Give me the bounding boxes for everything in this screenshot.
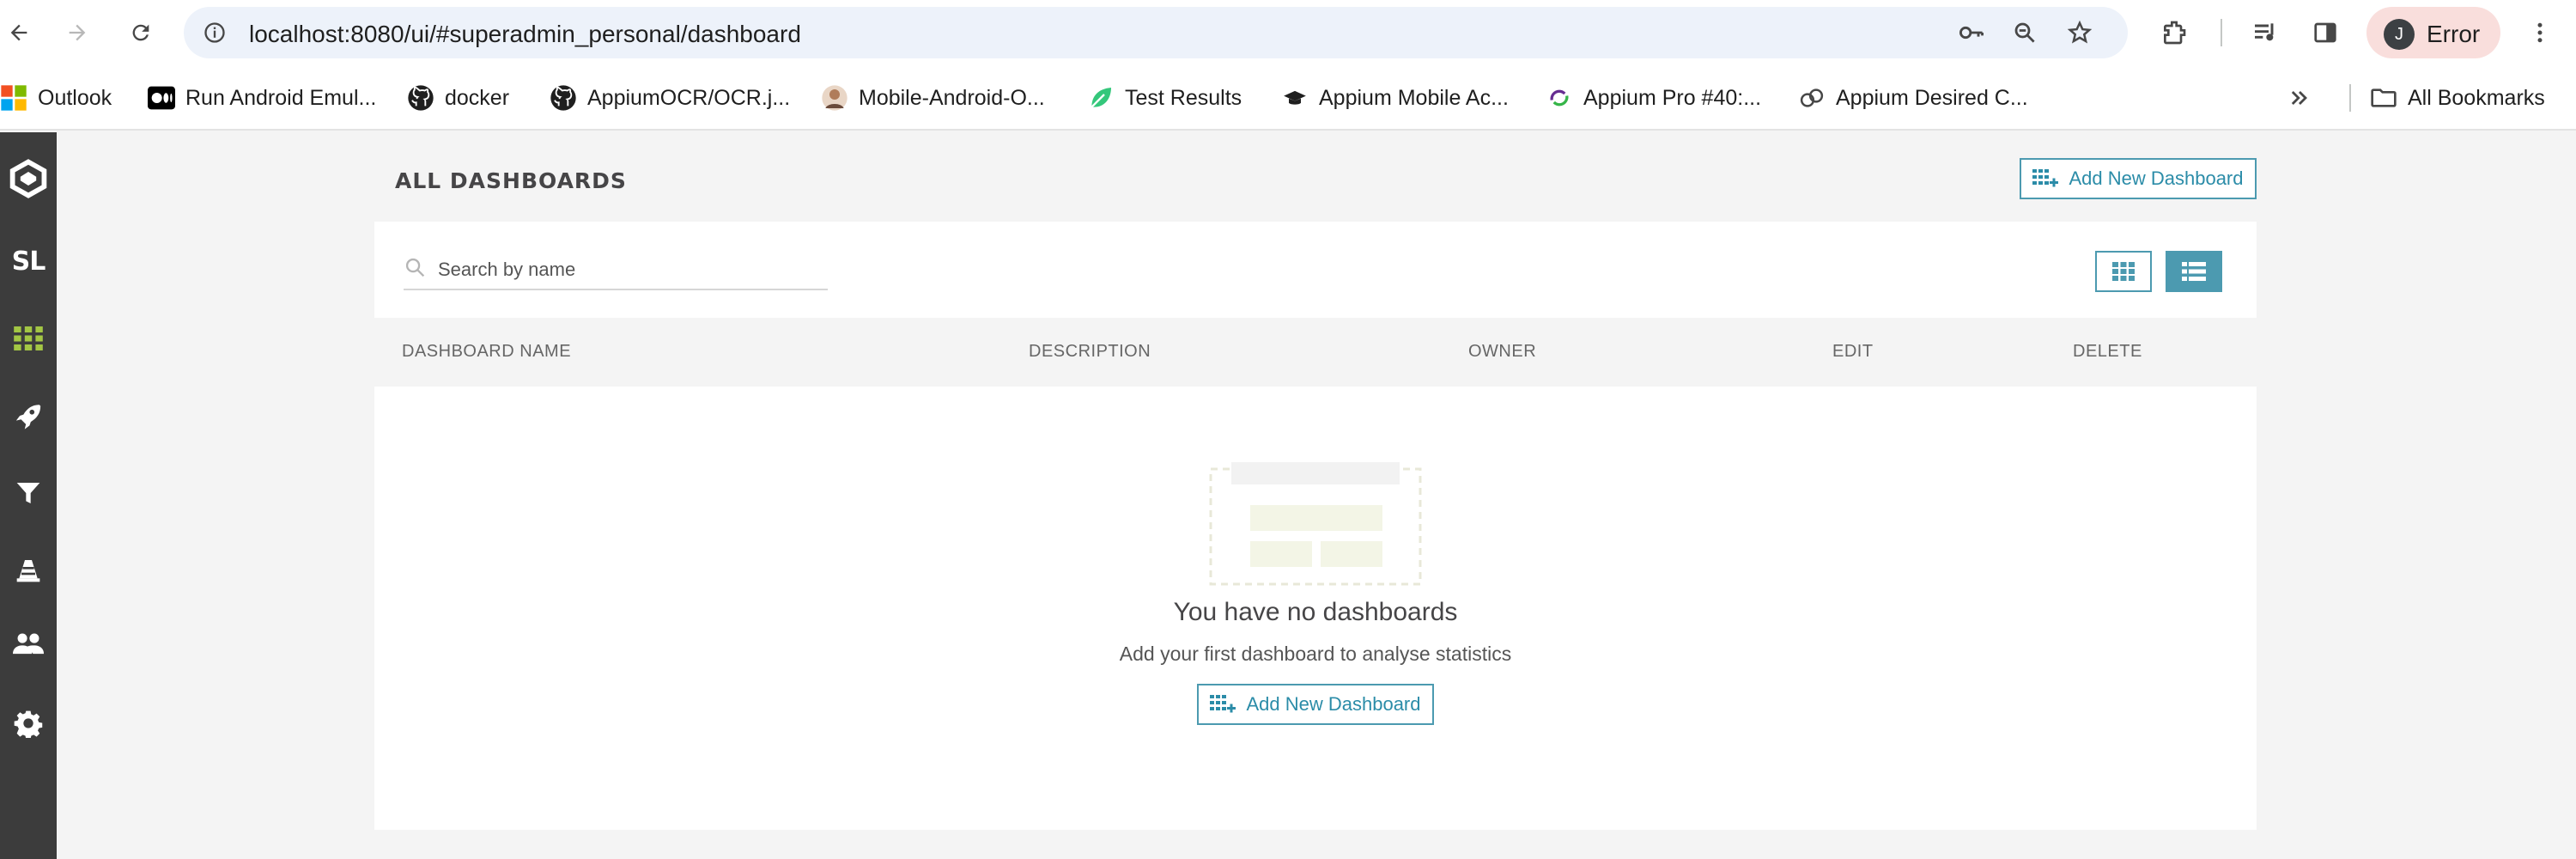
password-key-icon[interactable] (1958, 19, 1985, 46)
page-title: ALL DASHBOARDS (395, 168, 627, 193)
address-bar[interactable]: localhost:8080/ui/#superadmin_personal/d… (184, 7, 2128, 58)
browser-menu-icon[interactable] (2523, 15, 2557, 50)
grid-view-icon (2112, 262, 2135, 281)
back-button[interactable] (2, 15, 36, 50)
toolbar-divider (2221, 19, 2222, 46)
project-short-name: SL (11, 246, 46, 277)
add-dashboard-icon (2032, 169, 2059, 187)
table-header (374, 318, 2257, 387)
url-text[interactable]: localhost:8080/ui/#superadmin_personal/d… (249, 21, 801, 48)
site-info-icon[interactable] (201, 19, 228, 46)
outlook-icon (0, 84, 27, 112)
sidebar-item-settings[interactable] (0, 689, 57, 758)
search-input[interactable] (438, 254, 816, 285)
column-header-dashboard-name[interactable]: DASHBOARD NAME (402, 342, 571, 362)
bookmark-label: Appium Mobile Ac... (1319, 85, 1509, 110)
forward-button[interactable] (60, 15, 94, 50)
bookmarks-bar: Outlook Run Android Emul... docker Appiu… (0, 65, 2576, 131)
dashboard-grid-icon (14, 326, 43, 350)
bookmark-star-icon[interactable] (2066, 19, 2093, 46)
add-new-dashboard-label: Add New Dashboard (1246, 693, 1421, 715)
bookmark-item[interactable]: Run Android Emul... (148, 81, 376, 115)
sidebar-item-debug[interactable] (0, 536, 57, 605)
bookmark-label: Run Android Emul... (185, 85, 377, 110)
bookmark-item[interactable]: Mobile-Android-O... (821, 81, 1045, 115)
sidebar-item-dashboards[interactable] (0, 304, 57, 373)
bookmark-item[interactable]: Appium Mobile Ac... (1281, 81, 1509, 115)
search-field (404, 251, 828, 290)
bookmark-label: Outlook (38, 85, 112, 110)
project-switcher[interactable]: SL (0, 227, 57, 295)
add-new-dashboard-header-button[interactable]: Add New Dashboard (2020, 158, 2257, 199)
add-new-dashboard-label: Add New Dashboard (2069, 168, 2244, 189)
bookmark-label: docker (445, 85, 510, 110)
github-icon (407, 84, 434, 112)
bookmark-item[interactable]: AppiumOCR/OCR.j... (550, 81, 790, 115)
folder-icon (2370, 84, 2397, 112)
extensions-icon[interactable] (2157, 15, 2191, 50)
bookmark-label: Mobile-Android-O... (859, 85, 1045, 110)
github-icon (550, 84, 577, 112)
bookmark-item[interactable]: docker (407, 81, 509, 115)
bookmark-item[interactable]: Outlook (0, 81, 112, 115)
profile-button[interactable]: J Error (2366, 7, 2500, 58)
search-icon (405, 258, 425, 277)
cone-icon (16, 560, 40, 582)
add-new-dashboard-empty-button[interactable]: Add New Dashboard (1197, 684, 1434, 725)
bookmark-item[interactable]: Appium Pro #40:... (1546, 81, 1761, 115)
bookmark-item[interactable]: Appium Desired C... (1798, 81, 2028, 115)
all-bookmarks-label: All Bookmarks (2408, 85, 2545, 110)
chevron-double-right-icon (2291, 91, 2307, 105)
app-sidebar: SL (0, 132, 57, 859)
bookmark-label: Test Results (1125, 85, 1242, 110)
bookmark-label: Appium Desired C... (1836, 85, 2028, 110)
column-header-edit: EDIT (1832, 342, 1874, 361)
side-panel-icon[interactable] (2308, 15, 2342, 50)
leaf-icon (1087, 84, 1115, 112)
empty-dashboard-illustration (1209, 462, 1422, 586)
rocket-icon (15, 405, 41, 430)
arrow-right-icon (69, 24, 86, 41)
bookmark-label: Appium Pro #40:... (1583, 85, 1762, 110)
sidebar-item-filters[interactable] (0, 459, 57, 527)
bookmark-item[interactable]: Test Results (1087, 81, 1242, 115)
browser-toolbar: localhost:8080/ui/#superadmin_personal/d… (0, 0, 2576, 65)
add-dashboard-icon (1210, 695, 1236, 713)
profile-avatar: J (2384, 19, 2415, 50)
media-controls-icon[interactable] (2248, 15, 2282, 50)
medium-icon (148, 84, 175, 112)
profile-status-label: Error (2427, 21, 2481, 47)
zoom-icon[interactable] (2011, 19, 2038, 46)
empty-state-subtitle: Add your first dashboard to analyse stat… (1119, 643, 1512, 665)
all-bookmarks-button[interactable]: All Bookmarks (2370, 81, 2545, 115)
app-logo[interactable] (0, 144, 57, 213)
users-icon (13, 633, 44, 655)
bookmarks-overflow-button[interactable] (2287, 81, 2312, 115)
graduation-cap-icon (1281, 84, 1309, 112)
reload-icon (132, 24, 149, 41)
bookmark-label: AppiumOCR/OCR.j... (587, 85, 791, 110)
empty-state-title: You have no dashboards (1173, 598, 1458, 626)
list-view-toggle[interactable] (2166, 251, 2222, 292)
filter-icon (16, 483, 40, 503)
column-header-delete: DELETE (2073, 342, 2142, 361)
avatar-icon (821, 84, 848, 112)
logo-icon (9, 159, 47, 198)
gear-icon (14, 710, 43, 738)
list-view-icon (2182, 262, 2206, 281)
sidebar-item-launches[interactable] (0, 381, 57, 450)
appium-icon (1546, 84, 1573, 112)
bookmarks-divider (2349, 84, 2351, 112)
link-icon (1798, 84, 1826, 112)
arrow-left-icon (10, 24, 27, 41)
sidebar-item-members[interactable] (0, 610, 57, 679)
grid-view-toggle[interactable] (2095, 251, 2152, 292)
column-header-owner[interactable]: OWNER (1468, 342, 1536, 362)
column-header-description: DESCRIPTION (1029, 342, 1151, 361)
reload-button[interactable] (124, 15, 158, 50)
